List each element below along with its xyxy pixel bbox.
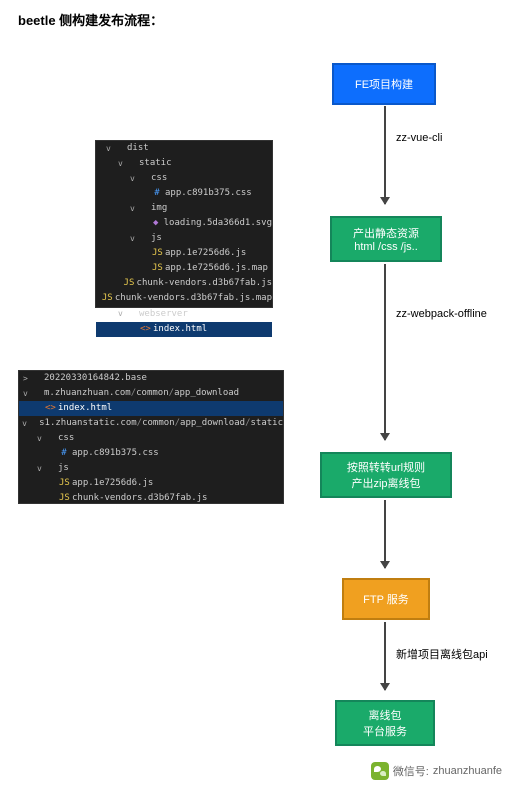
tree-row: JSchunk-vendors.d3b67fab.js xyxy=(19,491,283,506)
tree-row: #app.c891b375.css xyxy=(19,446,283,461)
tree-row: ◆loading.5da366d1.svg xyxy=(96,216,272,231)
tree-row: <>index.html xyxy=(19,401,283,416)
js-icon: JS xyxy=(59,477,69,490)
chevron-icon: v xyxy=(106,143,114,155)
flow-node-n3: 按照转转url规则产出zip离线包 xyxy=(320,452,452,498)
flow-node-n1: FE项目构建 xyxy=(332,63,436,105)
js-icon: JS xyxy=(59,492,69,505)
wechat-icon xyxy=(371,762,389,780)
js-icon: JS xyxy=(152,262,162,275)
tree-row: vjs xyxy=(96,231,272,246)
page-title: beetle 侧构建发布流程： xyxy=(18,10,163,29)
chevron-icon: v xyxy=(37,463,45,475)
flow-node-n2: 产出静态资源html /css /js.. xyxy=(330,216,442,262)
tree-row: vcss xyxy=(19,431,283,446)
chevron-icon: v xyxy=(118,158,126,170)
tree-row: JSapp.1e7256d6.js xyxy=(19,476,283,491)
flow-arrow xyxy=(384,264,386,440)
tree-row: <>index.html xyxy=(96,322,272,337)
chevron-icon: > xyxy=(23,373,31,385)
tree-row: >20220330164842.base xyxy=(19,371,283,386)
js-icon: JS xyxy=(152,247,162,260)
flow-arrow-label: zz-webpack-offline xyxy=(396,308,487,320)
flow-arrow-label: 新增项目离线包api xyxy=(396,646,488,662)
tree-row: JSchunk-vendors.d3b67fab.js.map xyxy=(96,291,272,306)
footer-label: 微信号: xyxy=(393,763,429,779)
tree-row: vwebserver xyxy=(96,307,272,322)
flow-node-n4: FTP 服务 xyxy=(342,578,430,620)
chevron-icon: v xyxy=(118,308,126,320)
tree-row: vimg xyxy=(96,201,272,216)
chevron-icon: v xyxy=(22,418,28,430)
js-icon: JS xyxy=(124,277,134,290)
img-icon: ◆ xyxy=(151,217,161,230)
file-tree-build: >20220330164842.basevm.zhuanzhuan.com / … xyxy=(18,370,284,504)
flow-arrow xyxy=(384,500,386,568)
chevron-icon: v xyxy=(23,388,31,400)
footer-value: zhuanzhuanfe xyxy=(433,765,502,777)
tree-row: vstatic xyxy=(96,156,272,171)
flow-arrow xyxy=(384,106,386,204)
file-tree-dist: vdistvstaticvcss#app.c891b375.cssvimg◆lo… xyxy=(95,140,273,308)
css-icon: # xyxy=(152,187,162,200)
chevron-icon: v xyxy=(130,233,138,245)
html-icon: <> xyxy=(45,402,55,415)
tree-row: JSapp.1e7256d6.js xyxy=(96,246,272,261)
tree-row: vm.zhuanzhuan.com / common / app_downloa… xyxy=(19,386,283,401)
tree-row: vcss xyxy=(96,171,272,186)
js-icon: JS xyxy=(102,292,112,305)
flow-node-n5: 离线包平台服务 xyxy=(335,700,435,746)
html-icon: <> xyxy=(140,323,150,336)
tree-row: #app.c891b375.css xyxy=(96,186,272,201)
chevron-icon: v xyxy=(130,203,138,215)
tree-row: vjs xyxy=(19,461,283,476)
chevron-icon: v xyxy=(37,433,45,445)
flow-arrow xyxy=(384,622,386,690)
tree-row: JSchunk-vendors.d3b67fab.js xyxy=(96,276,272,291)
tree-row: vdist xyxy=(96,141,272,156)
css-icon: # xyxy=(59,447,69,460)
chevron-icon: v xyxy=(130,173,138,185)
tree-row: JSapp.1e7256d6.js.map xyxy=(96,261,272,276)
tree-row: vs1.zhuanstatic.com / common / app_downl… xyxy=(19,416,283,431)
flow-arrow-label: zz-vue-cli xyxy=(396,132,442,144)
footer-credit: 微信号: zhuanzhuanfe xyxy=(371,762,502,780)
